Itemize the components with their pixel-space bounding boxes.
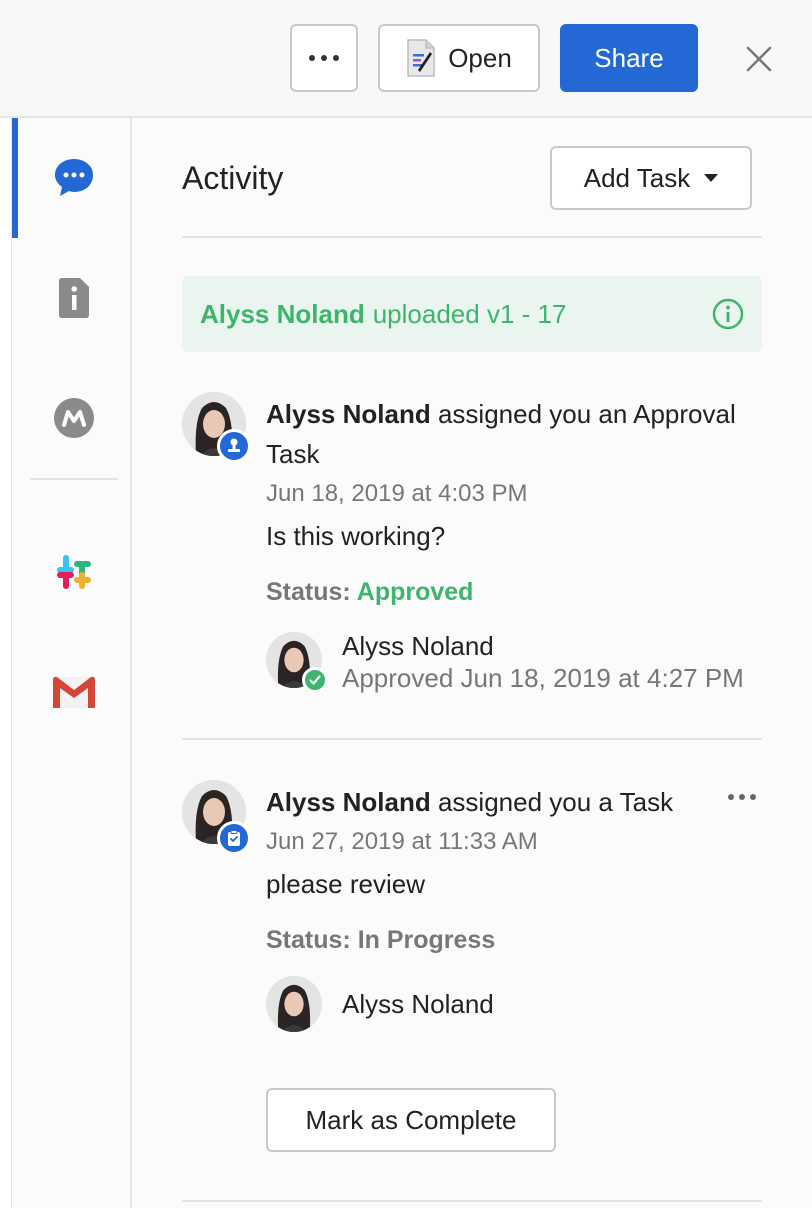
divider [182, 738, 762, 740]
timestamp: Jun 18, 2019 at 4:03 PM [266, 480, 528, 507]
gmail-icon[interactable] [50, 668, 98, 716]
actor-name[interactable]: Alyss Noland [266, 787, 431, 817]
version-upload-banner: Alyss Noland uploaded v1 - 17 [182, 276, 762, 352]
metadata-m-icon[interactable] [50, 394, 98, 442]
status-value: In Progress [357, 926, 496, 954]
rail-edge [0, 118, 12, 1208]
check-circle-icon [302, 667, 328, 693]
add-task-dropdown[interactable]: Add Task [550, 146, 752, 210]
status-label: Status: [266, 578, 351, 606]
divider [182, 1200, 762, 1202]
open-button[interactable]: Open [378, 24, 540, 92]
slack-icon[interactable] [50, 548, 98, 596]
feed-headline: Alyss Noland assigned you an Approval [266, 394, 736, 434]
activity-comment-icon[interactable] [50, 154, 98, 202]
approval-stamp-icon [217, 429, 251, 463]
rail-divider [30, 478, 118, 480]
caret-down-icon [704, 174, 719, 182]
active-indicator [12, 118, 18, 238]
share-button[interactable]: Share [560, 24, 698, 92]
divider [182, 236, 762, 238]
timestamp: Jun 27, 2019 at 11:33 AM [266, 828, 538, 855]
panel-title: Activity [182, 160, 284, 196]
status-value: Approved [356, 578, 474, 606]
action-text-cont: Task [266, 439, 320, 469]
assignee-avatar [266, 976, 322, 1032]
task-more-options-icon[interactable] [728, 794, 756, 800]
clipboard-task-icon [217, 821, 251, 855]
more-options-button[interactable] [290, 24, 358, 92]
top-toolbar: Open Share [0, 0, 812, 118]
mark-complete-button[interactable]: Mark as Complete [266, 1088, 556, 1152]
action-text: assigned you a Task [437, 787, 674, 817]
details-info-icon[interactable] [50, 274, 98, 322]
uploader-name[interactable]: Alyss Noland [200, 299, 365, 330]
info-icon[interactable] [712, 298, 744, 330]
status-label: Status: [266, 926, 351, 954]
open-button-label: Open [448, 42, 512, 73]
task-status: Status: Approved [266, 572, 473, 612]
task-message: please review [266, 869, 425, 899]
actor-name[interactable]: Alyss Noland [266, 399, 431, 429]
document-edit-icon [406, 38, 436, 78]
close-icon[interactable] [742, 42, 776, 76]
feed-headline: Alyss Noland assigned you a Task [266, 782, 673, 822]
ellipsis-icon [309, 55, 339, 61]
assignee-name: Alyss Noland [342, 989, 494, 1019]
sidebar-rail [0, 118, 132, 1208]
action-text: assigned you an Approval [437, 399, 736, 429]
task-status: Status: In Progress [266, 920, 495, 960]
add-task-label: Add Task [583, 162, 691, 193]
upload-text: uploaded v1 - 17 [372, 298, 567, 329]
assignee-status: Approved Jun 18, 2019 at 4:27 PM [342, 663, 744, 693]
task-message: Is this working? [266, 521, 446, 551]
